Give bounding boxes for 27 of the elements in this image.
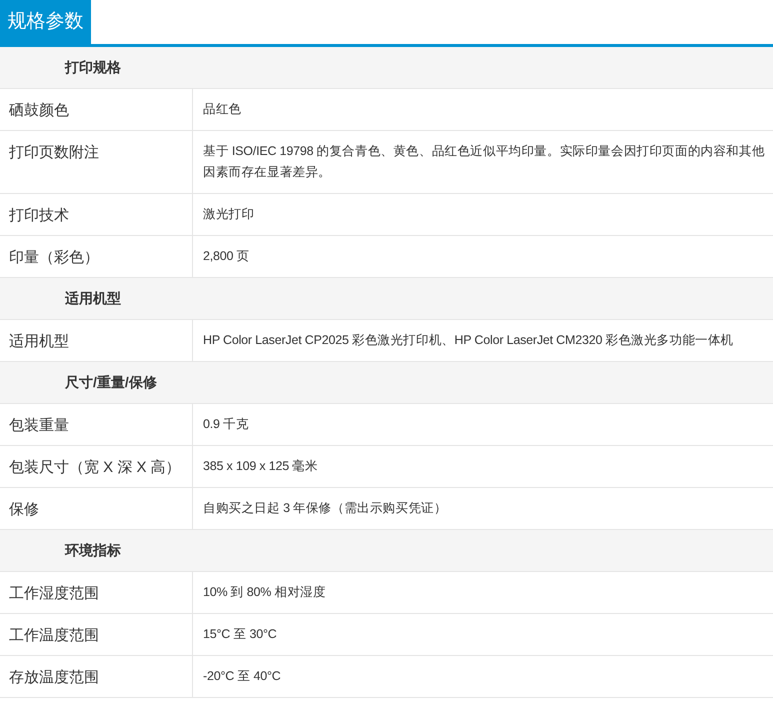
spec-value: 385 x 109 x 125 毫米 — [203, 459, 318, 473]
spec-value: 0.9 千克 — [203, 417, 249, 431]
spec-value: 基于 ISO/IEC 19798 的复合青色、黄色、品红色近似平均印量。实际印量会因打印页面的内容和其他因素而存在显著差异。 — [203, 144, 765, 179]
section-heading: 打印规格 — [65, 58, 121, 77]
section-heading: 尺寸/重量/保修 — [65, 373, 157, 392]
spec-value: 10% 到 80% 相对湿度 — [203, 585, 326, 599]
spec-label: 保修 — [9, 501, 39, 518]
section-heading: 适用机型 — [65, 289, 121, 308]
spec-label: 打印技术 — [9, 207, 69, 224]
spec-value: 自购买之日起 3 年保修（需出示购买凭证） — [203, 501, 447, 515]
spec-value: 激光打印 — [203, 207, 254, 221]
spec-label: 硒鼓颜色 — [9, 102, 69, 119]
spec-label: 打印页数附注 — [9, 144, 99, 161]
spec-label: 存放温度范围 — [9, 669, 99, 686]
spec-value: -20°C 至 40°C — [203, 669, 281, 683]
spec-value: HP Color LaserJet CP2025 彩色激光打印机、HP Color LaserJet CM2320 彩色激光多功能一体机 — [203, 333, 734, 347]
spec-label: 工作温度范围 — [9, 627, 99, 644]
spec-label: 工作湿度范围 — [9, 585, 99, 602]
section-heading: 环境指标 — [65, 541, 121, 560]
section-tab[interactable]: 规格参数 — [0, 0, 91, 44]
spec-value: 15°C 至 30°C — [203, 627, 277, 641]
spec-value: 2,800 页 — [203, 249, 250, 263]
spec-label: 适用机型 — [9, 333, 69, 350]
spec-label: 包装尺寸（宽 X 深 X 高） — [9, 459, 181, 476]
spec-label: 印量（彩色） — [9, 249, 99, 266]
spec-label: 包装重量 — [9, 417, 69, 434]
spec-value: 品红色 — [203, 102, 242, 116]
